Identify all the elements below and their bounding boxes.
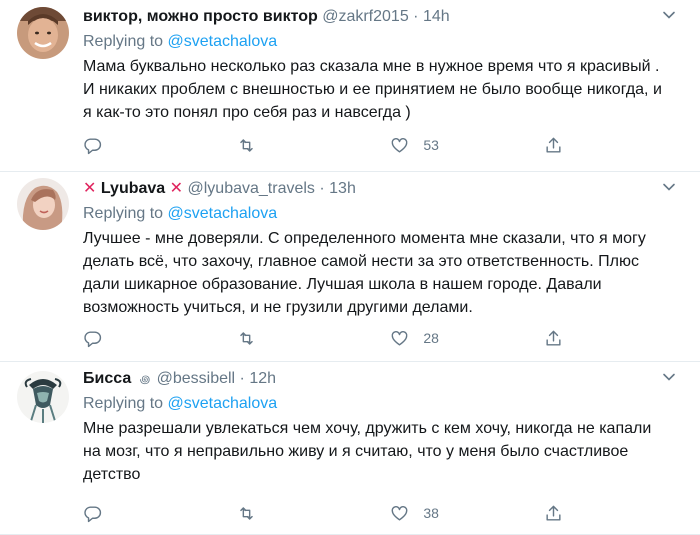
reply-button[interactable] (83, 504, 237, 523)
like-count: 53 (423, 137, 439, 153)
reply-icon (84, 505, 102, 522)
retweet-button[interactable] (237, 329, 391, 348)
like-button[interactable]: 53 (390, 136, 544, 155)
chevron-down-icon[interactable] (662, 370, 676, 384)
replying-to: Replying to @svetachalova (83, 392, 670, 416)
tweet-actions: 38 (83, 501, 563, 525)
replying-label: Replying to (83, 33, 164, 50)
like-icon (391, 505, 408, 521)
tweet-text: Лучшее - мне доверяли. С определенного м… (83, 230, 646, 316)
replying-to-link[interactable]: @svetachalova (168, 395, 278, 412)
display-name[interactable]: виктор, можно просто виктор (83, 8, 318, 25)
avatar[interactable] (17, 7, 69, 59)
user-handle[interactable]: @lyubava_travels (188, 180, 315, 197)
like-icon (391, 137, 408, 153)
retweet-icon (239, 506, 253, 520)
tweet-actions: 28 (83, 326, 563, 350)
like-count: 38 (423, 505, 439, 521)
like-icon (391, 330, 408, 346)
tweet[interactable]: Бисса ꩜ @bessibell · 12h Replying to @sv… (0, 362, 700, 535)
chevron-down-icon[interactable] (662, 8, 676, 22)
replying-label: Replying to (83, 205, 164, 222)
retweet-button[interactable] (237, 136, 391, 155)
tweet-content: виктор, можно просто виктор @zakrf2015 ·… (83, 5, 670, 124)
like-button[interactable]: 28 (390, 329, 544, 348)
separator-dot: · (239, 370, 245, 387)
tweet[interactable]: виктор, можно просто виктор @zakrf2015 ·… (0, 0, 700, 172)
tweet[interactable]: ✕ Lyubava ✕ @lyubava_travels · 13h Reply… (0, 172, 700, 362)
replying-to-link[interactable]: @svetachalova (168, 205, 278, 222)
replying-to: Replying to @svetachalova (83, 202, 670, 226)
retweet-icon (239, 138, 253, 152)
timestamp[interactable]: 12h (249, 370, 276, 387)
replying-label: Replying to (83, 395, 164, 412)
reply-icon (84, 137, 102, 154)
user-handle[interactable]: @zakrf2015 (322, 8, 409, 25)
retweet-icon (239, 331, 253, 345)
timestamp[interactable]: 14h (423, 8, 450, 25)
share-icon (546, 505, 561, 521)
red-x-icon: ✕ (83, 180, 97, 197)
separator-dot: · (319, 180, 325, 197)
separator-dot: · (413, 8, 419, 25)
tweet-content: Бисса ꩜ @bessibell · 12h Replying to @sv… (83, 367, 670, 486)
emoji-badge-icon: ꩜ (139, 374, 151, 386)
reply-icon (84, 330, 102, 347)
tweet-text: Мне разрешали увлекаться чем хочу, дружи… (83, 420, 652, 483)
replying-to: Replying to @svetachalova (83, 30, 670, 54)
reply-button[interactable] (83, 136, 237, 155)
reply-button[interactable] (83, 329, 237, 348)
retweet-button[interactable] (237, 504, 391, 523)
tweet-header: ✕ Lyubava ✕ @lyubava_travels · 13h (83, 177, 670, 201)
share-button[interactable] (544, 329, 563, 348)
display-name[interactable]: Бисса (83, 370, 131, 387)
user-handle[interactable]: @bessibell (157, 370, 236, 387)
tweet-text: Мама буквально несколько раз сказала мне… (83, 58, 662, 121)
timestamp[interactable]: 13h (329, 180, 356, 197)
tweet-actions: 53 (83, 133, 563, 157)
share-button[interactable] (544, 504, 563, 523)
replying-to-link[interactable]: @svetachalova (168, 33, 278, 50)
share-icon (546, 137, 561, 153)
like-button[interactable]: 38 (390, 504, 544, 523)
display-name[interactable]: Lyubava (101, 180, 165, 197)
share-button[interactable] (544, 136, 563, 155)
red-x-icon: ✕ (169, 180, 184, 197)
chevron-down-icon[interactable] (662, 180, 676, 194)
tweet-header: Бисса ꩜ @bessibell · 12h (83, 367, 670, 391)
tweet-content: ✕ Lyubava ✕ @lyubava_travels · 13h Reply… (83, 177, 670, 319)
share-icon (546, 330, 561, 346)
avatar[interactable] (17, 178, 69, 230)
tweet-header: виктор, можно просто виктор @zakrf2015 ·… (83, 5, 670, 29)
like-count: 28 (423, 330, 439, 346)
avatar[interactable] (17, 371, 69, 423)
